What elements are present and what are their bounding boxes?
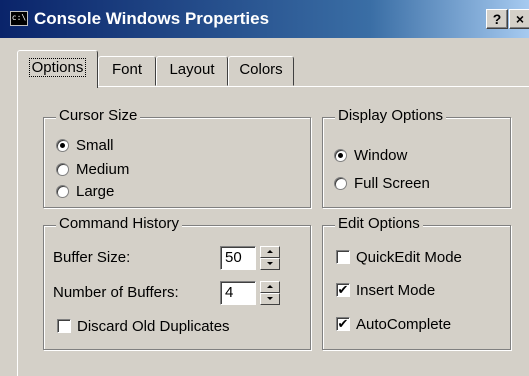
console-app-icon[interactable]: c:\: [10, 11, 28, 26]
insert-mode-label: Insert Mode: [356, 282, 436, 299]
arrow-up-icon: [267, 250, 273, 253]
spin-down-button[interactable]: [260, 258, 280, 270]
tab-font-label: Font: [111, 61, 142, 78]
buffer-size-spinner[interactable]: [260, 246, 280, 270]
window-title: Console Windows Properties: [34, 9, 270, 28]
autocomplete-label: AutoComplete: [356, 316, 452, 333]
quickedit-mode-label: QuickEdit Mode: [356, 249, 462, 266]
checkmark-icon: ✔: [336, 282, 350, 297]
tab-colors[interactable]: Colors: [228, 56, 294, 86]
edit-options-group: Edit Options QuickEdit Mode ✔ Insert Mod…: [322, 215, 511, 350]
checkbox-unchecked-icon: [336, 250, 350, 264]
arrow-down-icon: [267, 297, 273, 300]
title-bar[interactable]: c:\ Console Windows Properties ? ×: [0, 0, 529, 38]
display-window-label: Window: [354, 147, 408, 164]
cursor-small-label: Small: [76, 137, 114, 154]
buffer-size-input[interactable]: 50: [220, 246, 256, 270]
radio-selected-icon: [334, 149, 347, 162]
number-of-buffers-input[interactable]: 4: [220, 281, 256, 305]
number-of-buffers-label: Number of Buffers:: [53, 284, 179, 301]
radio-unselected-icon: [334, 177, 347, 190]
tab-options[interactable]: Options: [17, 50, 98, 88]
discard-duplicates-label: Discard Old Duplicates: [77, 318, 230, 335]
tab-layout-label: Layout: [169, 61, 215, 78]
command-history-title: Command History: [56, 215, 183, 232]
tab-options-label: Options: [28, 58, 87, 77]
radio-selected-icon: [56, 139, 69, 152]
display-options-group: Display Options Window Full Screen: [322, 107, 511, 208]
close-button[interactable]: ×: [509, 9, 529, 29]
command-history-group: Command History Buffer Size: 50 Number o…: [43, 215, 311, 350]
spin-up-button[interactable]: [260, 281, 280, 293]
tab-colors-label: Colors: [239, 61, 283, 78]
help-button[interactable]: ?: [486, 9, 508, 29]
spin-up-button[interactable]: [260, 246, 280, 258]
checkmark-icon: ✔: [336, 316, 350, 331]
cursor-large-label: Large: [76, 183, 115, 200]
display-fullscreen-label: Full Screen: [354, 175, 430, 192]
edit-options-title: Edit Options: [335, 215, 423, 232]
arrow-up-icon: [267, 285, 273, 288]
tab-font[interactable]: Font: [98, 56, 156, 86]
spin-down-button[interactable]: [260, 293, 280, 305]
checkbox-unchecked-icon: [57, 319, 71, 333]
cursor-size-title: Cursor Size: [56, 107, 141, 124]
cursor-medium-label: Medium: [76, 161, 130, 178]
buffer-size-label: Buffer Size:: [53, 249, 131, 266]
radio-unselected-icon: [56, 163, 69, 176]
arrow-down-icon: [267, 262, 273, 265]
cursor-size-group: Cursor Size Small Medium Large: [43, 107, 311, 208]
tab-layout[interactable]: Layout: [156, 56, 228, 86]
number-of-buffers-spinner[interactable]: [260, 281, 280, 305]
radio-unselected-icon: [56, 185, 69, 198]
display-options-title: Display Options: [335, 107, 447, 124]
